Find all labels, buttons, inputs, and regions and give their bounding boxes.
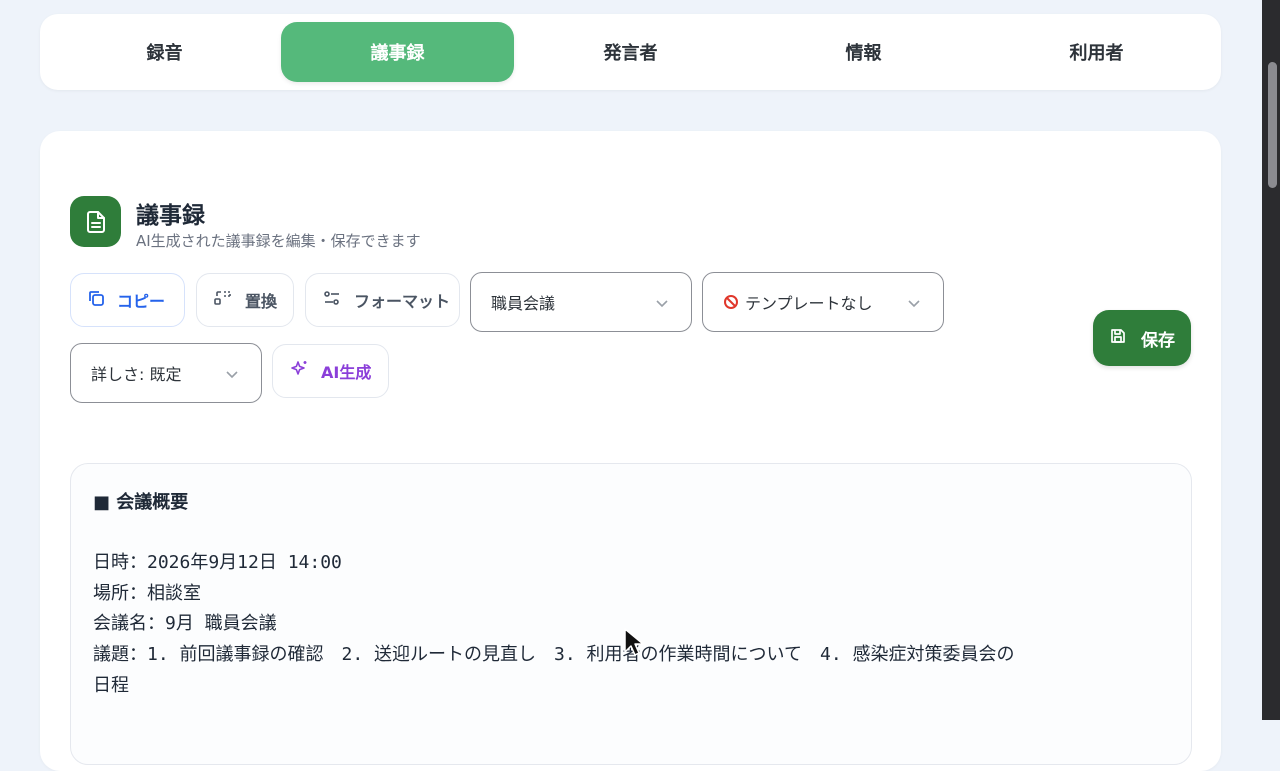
template-select[interactable]: テンプレートなし: [702, 272, 944, 332]
save-icon: [1109, 327, 1127, 350]
mouse-cursor-icon: [624, 628, 646, 662]
template-value: テンプレートなし: [745, 294, 873, 313]
section-heading: ■ 会議概要: [93, 492, 189, 513]
format-icon: [322, 289, 342, 311]
copy-button[interactable]: コピー: [70, 273, 185, 327]
tab-bar: 録音 議事録 発言者 情報 利用者: [40, 14, 1221, 90]
ai-generate-label: AI生成: [321, 363, 372, 382]
no-entry-icon: [723, 294, 739, 310]
ai-generate-button[interactable]: AI生成: [272, 344, 389, 398]
replace-label: 置換: [245, 292, 278, 311]
meeting-type-select[interactable]: 職員会議: [470, 272, 692, 332]
save-label: 保存: [1141, 330, 1175, 351]
replace-button[interactable]: 置換: [196, 273, 294, 327]
sparkle-icon: [289, 359, 309, 383]
scrollbar-thumb[interactable]: [1268, 62, 1277, 188]
replace-icon: [213, 289, 233, 311]
chevron-down-icon: [907, 294, 921, 313]
document-line: 場所：相談室: [93, 583, 201, 604]
chevron-down-icon: [225, 365, 239, 384]
meeting-type-value: 職員会議: [491, 294, 556, 313]
format-button[interactable]: フォーマット: [305, 273, 460, 327]
tab-users[interactable]: 利用者: [980, 22, 1213, 82]
detail-level-value: 詳しさ: 既定: [91, 365, 182, 384]
document-line: 日時：2026年9月12日 14:00: [93, 552, 342, 573]
chevron-down-icon: [655, 294, 669, 313]
tab-speakers[interactable]: 発言者: [514, 22, 747, 82]
tab-recording[interactable]: 録音: [48, 22, 281, 82]
copy-icon: [87, 289, 105, 311]
copy-label: コピー: [117, 292, 166, 311]
document-line: 議題：1. 前回議事録の確認 2. 送迎ルートの見直し 3. 利用者の作業時間に…: [93, 644, 1015, 665]
document-line: 会議名：9月 職員会議: [93, 613, 277, 634]
detail-level-select[interactable]: 詳しさ: 既定: [70, 343, 262, 403]
save-button[interactable]: 保存: [1093, 310, 1191, 366]
document-icon: [70, 196, 121, 247]
page-title: 議事録: [136, 203, 205, 229]
page-subtitle: AI生成された議事録を編集・保存できます: [136, 232, 421, 250]
tab-info[interactable]: 情報: [747, 22, 980, 82]
tab-minutes[interactable]: 議事録: [281, 22, 514, 82]
format-label: フォーマット: [354, 292, 451, 311]
document-line: 日程: [93, 675, 129, 696]
